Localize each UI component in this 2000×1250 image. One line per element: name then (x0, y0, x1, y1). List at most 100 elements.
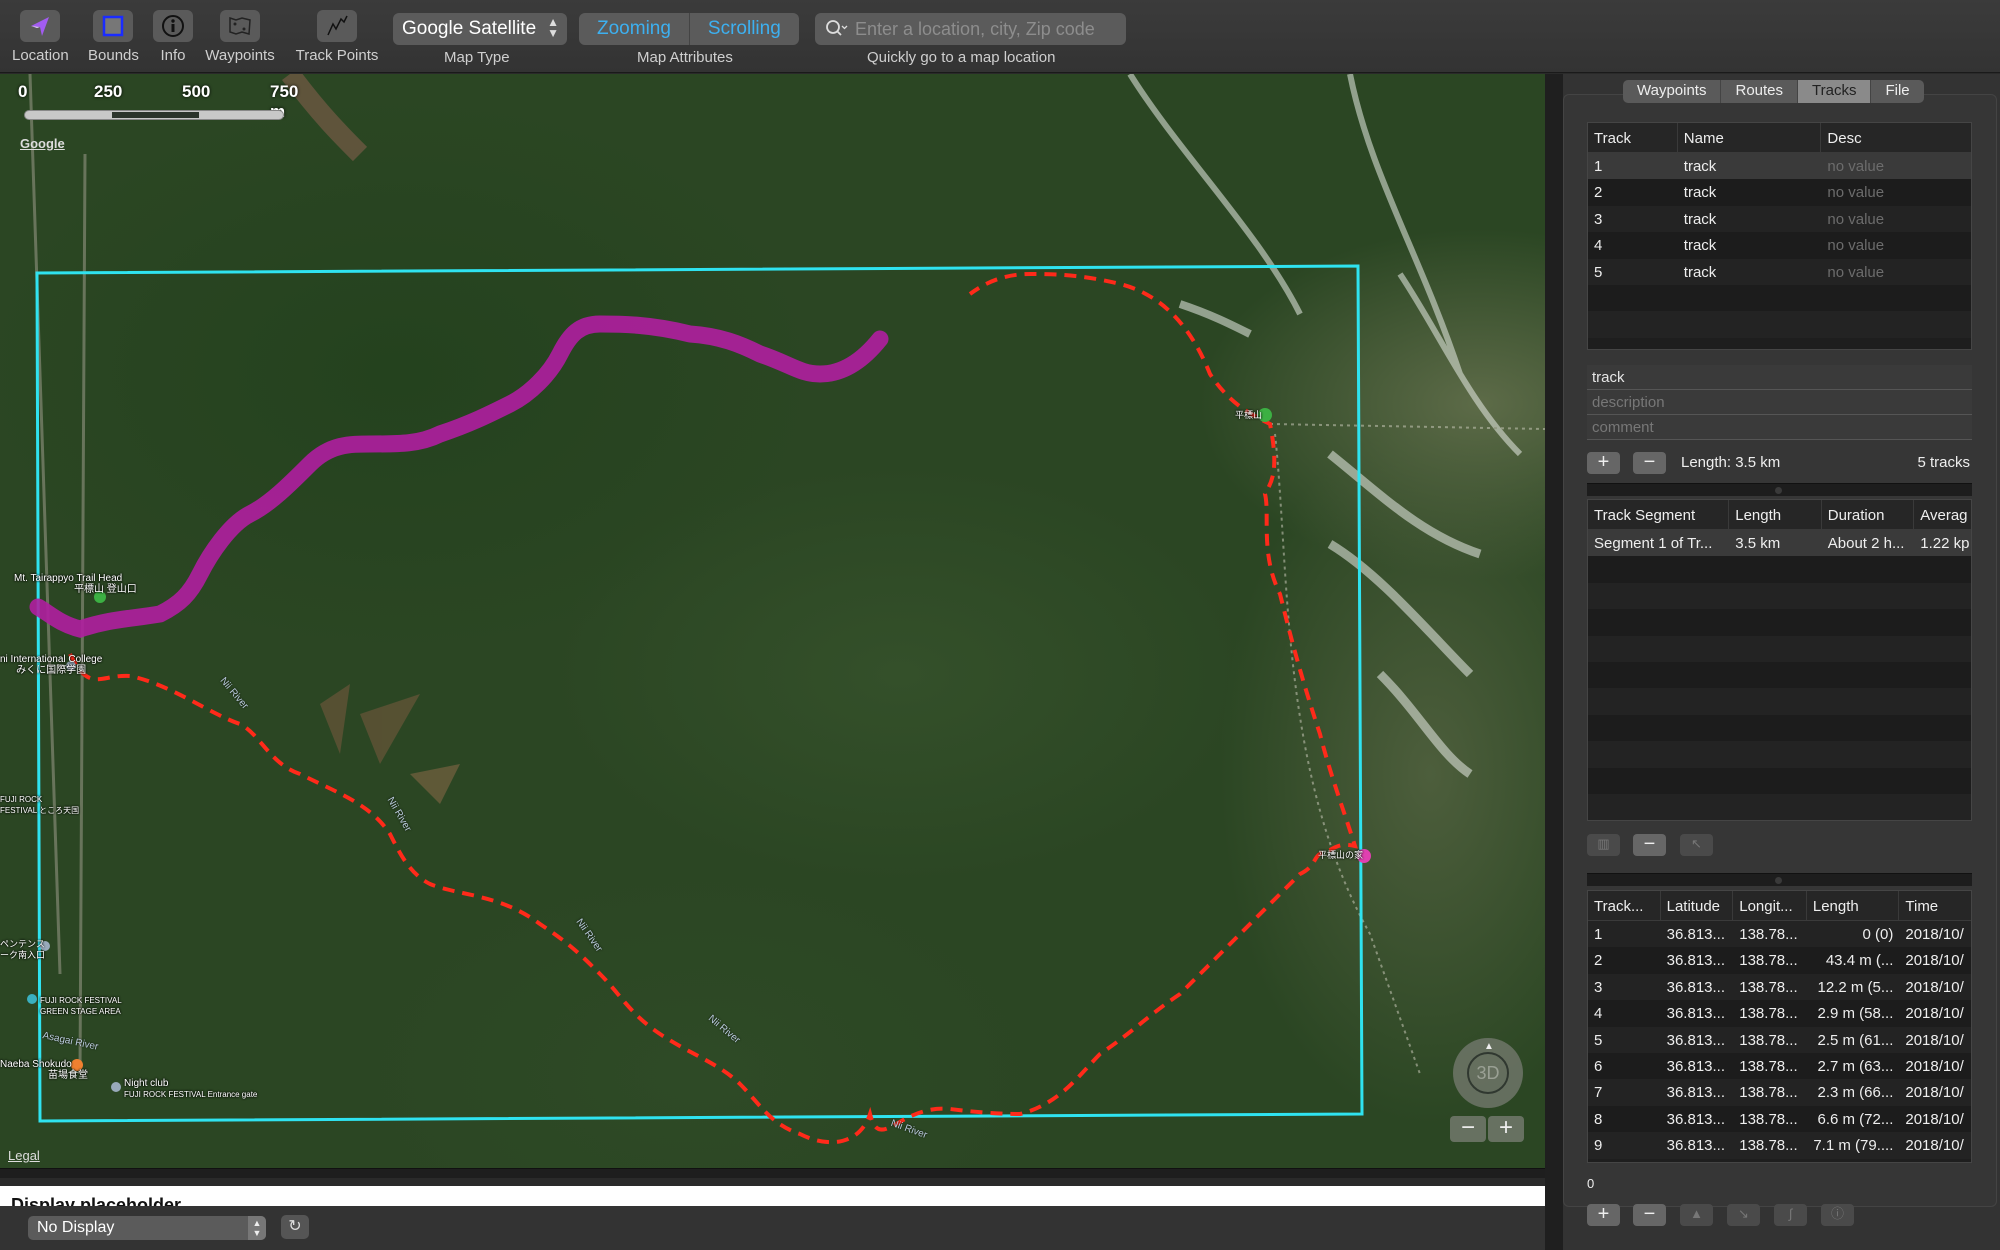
table-cell: 138.78... (1739, 1057, 1798, 1075)
track-comment-field[interactable]: comment (1587, 415, 1972, 440)
split-button[interactable]: ↘ (1727, 1204, 1760, 1226)
elevation-button[interactable]: ▲ (1680, 1204, 1713, 1226)
map-label-green-stage: FUJI ROCK FESTIVAL GREEN STAGE AREA (40, 996, 122, 1016)
table-cell: 36.813... (1666, 978, 1726, 996)
column-header[interactable]: Longit... (1733, 891, 1807, 920)
pane-splitter[interactable] (1587, 873, 1972, 886)
remove-track-button[interactable]: − (1633, 452, 1666, 474)
column-header[interactable]: Time (1899, 891, 1971, 920)
select-segment-button[interactable]: ↖ (1680, 834, 1713, 856)
track-row[interactable] (1588, 311, 1971, 338)
track-row[interactable]: 1 track no value (1588, 153, 1971, 180)
column-header[interactable]: Averag (1914, 500, 1971, 529)
track-row[interactable]: 4 track no value (1588, 232, 1971, 259)
vertical-splitter[interactable] (1545, 74, 1563, 1250)
waypoints-button[interactable]: Waypoints (205, 10, 275, 64)
segment-row[interactable]: Segment 1 of Tr... 3.5 km About 2 h... 1.22… (1588, 530, 1971, 557)
add-point-button[interactable]: + (1587, 1204, 1620, 1226)
segment-row[interactable] (1588, 688, 1971, 715)
tab-tracks[interactable]: Tracks (1797, 80, 1871, 103)
mountain-icon: ▲ (1690, 1206, 1703, 1221)
map-label-trailhead: Mt. Tairappyo Trail Head 平標山 登山口 (14, 573, 137, 595)
display-select[interactable]: No Display ▲ ▼ (28, 1216, 266, 1240)
table-cell: 2.7 m (63... (1817, 1057, 1894, 1075)
add-track-button[interactable]: + (1587, 452, 1620, 474)
green-stage-marker (27, 994, 37, 1004)
zoom-out-button[interactable]: − (1450, 1116, 1486, 1142)
column-header[interactable]: Desc (1821, 123, 1971, 152)
track-name-field[interactable]: track (1587, 365, 1972, 390)
pane-splitter[interactable] (1587, 483, 1972, 496)
tracks-table[interactable]: Track Name Desc 1 track no value 2 track no v… (1587, 122, 1972, 350)
smooth-button[interactable]: ∫ (1774, 1204, 1807, 1226)
column-header[interactable]: Latitude (1661, 891, 1734, 920)
tab-file[interactable]: File (1870, 80, 1923, 103)
table-cell: 6.6 m (72... (1817, 1110, 1894, 1128)
table-cell: 5 (1594, 263, 1603, 281)
zooming-toggle[interactable]: Zooming (579, 13, 689, 45)
remove-point-button[interactable]: − (1633, 1204, 1666, 1226)
show-on-map-button[interactable]: ▥ (1587, 834, 1620, 856)
map-view[interactable]: 0 250 500 750 m Google Mt. Tairappyo Tra… (0, 74, 1545, 1168)
map-label-hut: 平標山の家 (1318, 850, 1364, 860)
track-point-row[interactable]: 5 36.813... 138.78... 2.5 m (61... 2018/10/ (1588, 1026, 1971, 1053)
track-point-row[interactable]: 9 36.813... 138.78... 7.1 m (79.... 2018/10/ (1588, 1132, 1971, 1159)
info-icon: ⓘ (1830, 1206, 1844, 1221)
bounds-button[interactable]: Bounds (88, 10, 139, 64)
track-point-row[interactable]: 1 36.813... 138.78... 0 (0) 2018/10/ (1588, 921, 1971, 948)
segment-row[interactable] (1588, 661, 1971, 689)
track-points-table[interactable]: Track... Latitude Longit... Length Time … (1587, 890, 1972, 1163)
map-label-naeba-shokudo: Naeba Shokudo 苗場食堂 (0, 1059, 88, 1081)
segment-row[interactable] (1588, 609, 1971, 636)
track-point-row[interactable]: 2 36.813... 138.78... 43.4 m (... 2018/10/ (1588, 947, 1971, 974)
column-header[interactable]: Duration (1822, 500, 1915, 529)
segment-row[interactable] (1588, 635, 1971, 662)
track-point-row[interactable]: 3 36.813... 138.78... 12.2 m (5... 2018/10/ (1588, 973, 1971, 1001)
zoom-in-button[interactable]: + (1488, 1116, 1524, 1142)
info-button[interactable]: Info (153, 10, 193, 64)
table-cell: 36.813... (1666, 1031, 1726, 1049)
track-row[interactable] (1588, 284, 1971, 312)
track-row[interactable]: 5 track no value (1588, 258, 1971, 285)
tracks-length: Length: 3.5 km (1681, 454, 1781, 471)
segments-table[interactable]: Track Segment Length Duration Averag Seg… (1587, 499, 1972, 821)
track-row[interactable]: 3 track no value (1588, 205, 1971, 233)
table-cell: no value (1827, 158, 1885, 175)
column-header[interactable]: Track Segment (1588, 500, 1730, 529)
table-cell: track (1683, 158, 1717, 175)
location-button[interactable]: Location (12, 10, 69, 64)
track-points-button[interactable]: Track Points (292, 10, 382, 64)
column-header[interactable]: Name (1678, 123, 1822, 152)
tab-routes[interactable]: Routes (1720, 80, 1797, 103)
track-description-field[interactable]: description (1587, 390, 1972, 415)
segment-row[interactable] (1588, 556, 1971, 583)
segment-row[interactable] (1588, 582, 1971, 610)
track-row[interactable]: 2 track no value (1588, 179, 1971, 206)
track-point-row[interactable]: 8 36.813... 138.78... 6.6 m (72... 2018/10/ (1588, 1105, 1971, 1133)
segment-row[interactable] (1588, 793, 1971, 820)
scrolling-toggle[interactable]: Scrolling (688, 13, 799, 45)
3d-toggle[interactable]: 3D (1467, 1052, 1509, 1094)
legal-link[interactable]: Legal (8, 1148, 40, 1163)
column-header[interactable]: Track (1588, 123, 1678, 152)
column-header[interactable]: Track... (1588, 891, 1661, 920)
refresh-button[interactable]: ↻ (281, 1215, 309, 1239)
column-header[interactable]: Length (1729, 500, 1822, 529)
table-cell: 36.813... (1666, 1084, 1726, 1102)
track-point-row[interactable]: 7 36.813... 138.78... 2.3 m (66... 2018/10/ (1588, 1079, 1971, 1106)
compass-3d-control[interactable]: ▲ 3D (1453, 1038, 1523, 1108)
remove-segment-button[interactable]: − (1633, 834, 1666, 856)
map-type-select[interactable]: Google Satellite ▲ ▼ (393, 13, 567, 45)
track-point-row[interactable]: 6 36.813... 138.78... 2.7 m (63... 2018/10/ (1588, 1052, 1971, 1080)
horizontal-splitter[interactable] (0, 1168, 1545, 1178)
table-cell: 3 (1594, 210, 1603, 228)
segment-row[interactable] (1588, 714, 1971, 742)
google-attribution[interactable]: Google (20, 136, 65, 151)
info-point-button[interactable]: ⓘ (1821, 1204, 1854, 1226)
segment-row[interactable] (1588, 767, 1971, 794)
column-header[interactable]: Length (1807, 891, 1900, 920)
segment-row[interactable] (1588, 741, 1971, 768)
track-point-row[interactable]: 4 36.813... 138.78... 2.9 m (58... 2018/10/ (1588, 1000, 1971, 1027)
tab-waypoints[interactable]: Waypoints (1623, 80, 1720, 103)
location-search-field[interactable]: Enter a location, city, Zip code (815, 13, 1126, 45)
